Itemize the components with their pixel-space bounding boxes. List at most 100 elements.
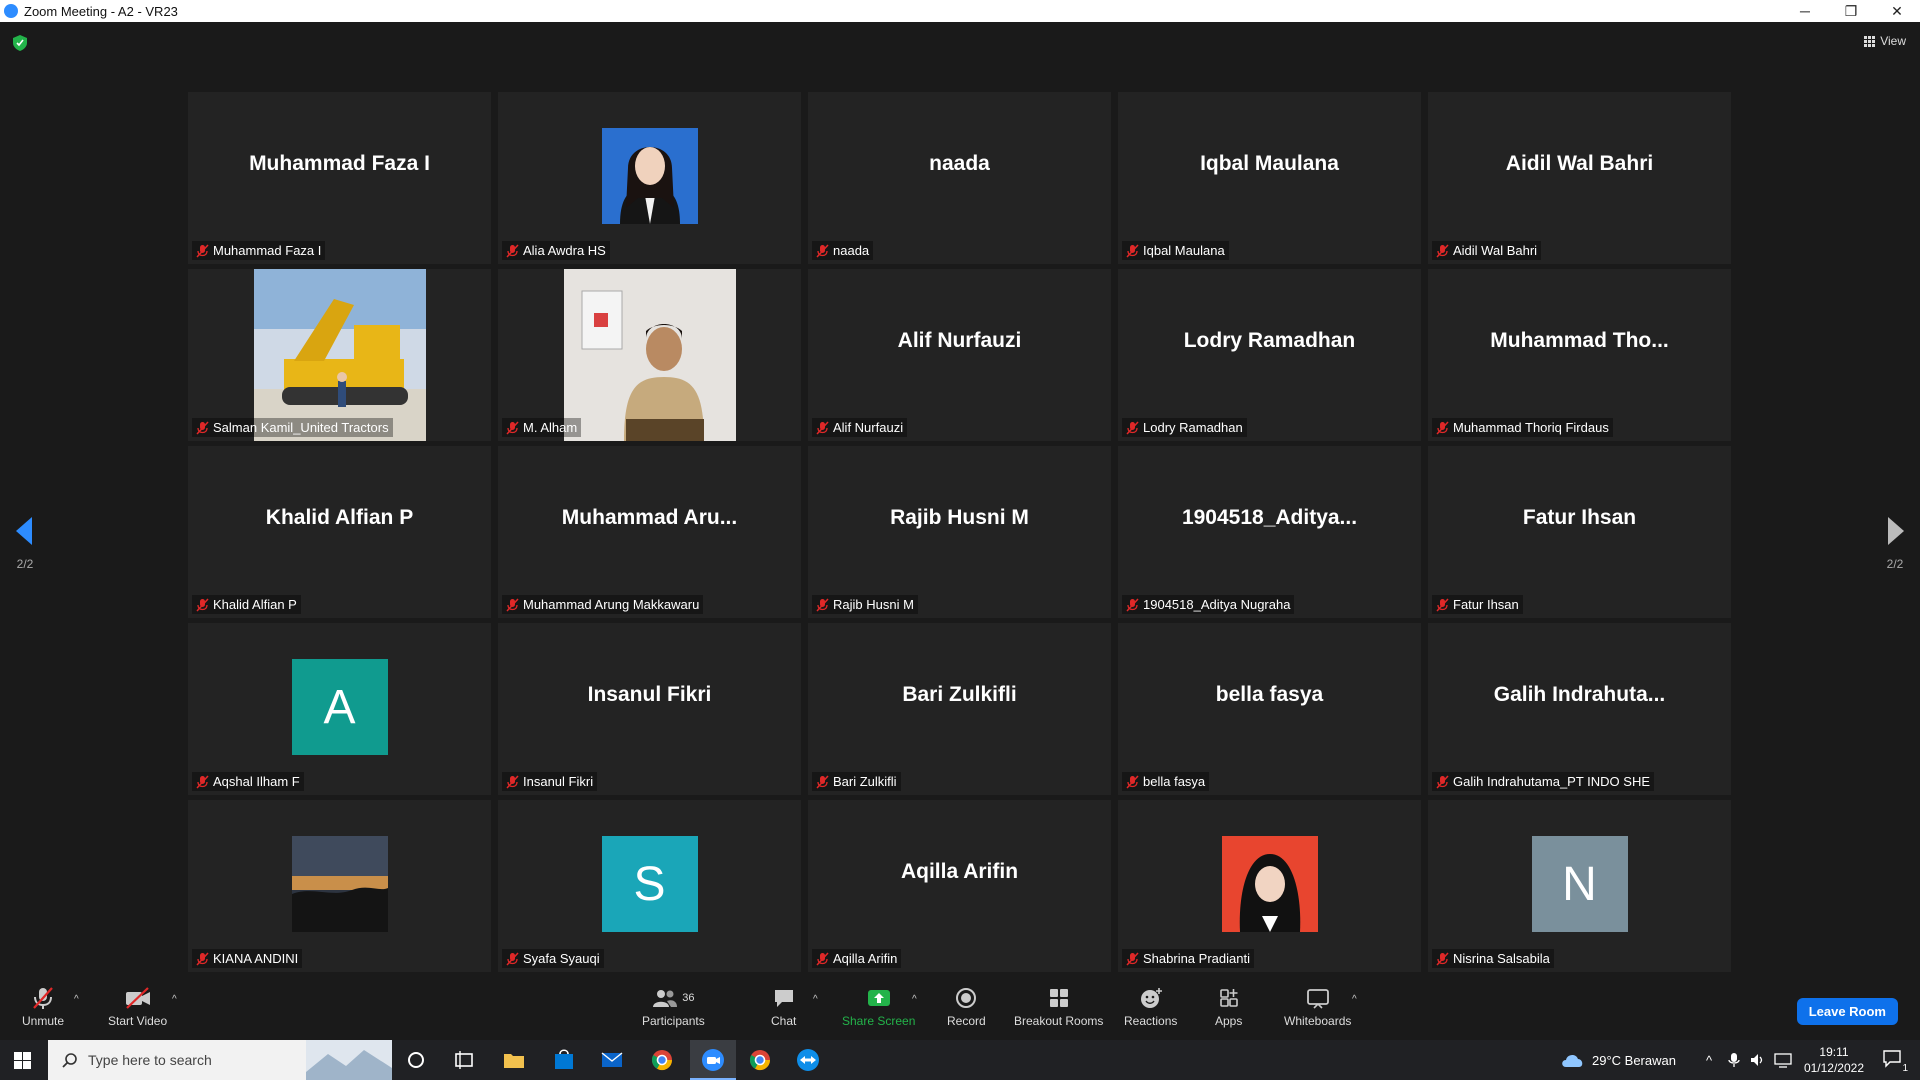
mic-muted-icon xyxy=(1126,951,1139,966)
participant-name: Muhammad Faza I xyxy=(213,243,322,258)
cortana-icon[interactable] xyxy=(402,1046,430,1074)
close-button[interactable]: ✕ xyxy=(1874,0,1920,22)
file-explorer-icon[interactable] xyxy=(500,1046,528,1074)
participant-tile[interactable]: A Aqshal Ilham F xyxy=(188,623,491,795)
network-icon[interactable] xyxy=(1774,1052,1792,1068)
chat-button[interactable]: Chat xyxy=(771,986,796,1028)
participant-tile[interactable]: Khalid Alfian P Khalid Alfian P xyxy=(188,446,491,618)
share-screen-label: Share Screen xyxy=(842,1014,916,1028)
view-label: View xyxy=(1880,34,1906,48)
tile-name-bar: Rajib Husni M xyxy=(812,595,918,614)
zoom-taskbar-app-active[interactable] xyxy=(690,1040,736,1080)
participant-tile[interactable]: Aidil Wal Bahri Aidil Wal Bahri xyxy=(1428,92,1731,264)
mic-muted-icon xyxy=(506,243,519,258)
record-button[interactable]: Record xyxy=(947,986,986,1028)
reactions-button[interactable]: Reactions xyxy=(1124,986,1177,1028)
participant-tile[interactable]: Iqbal Maulana Iqbal Maulana xyxy=(1118,92,1421,264)
participants-icon xyxy=(653,990,678,1007)
participant-tile[interactable]: bella fasya bella fasya xyxy=(1118,623,1421,795)
share-screen-button[interactable]: Share Screen xyxy=(842,986,915,1028)
view-button[interactable]: View xyxy=(1864,34,1906,48)
weather-widget[interactable]: 29°C Berawan xyxy=(1560,1040,1676,1080)
security-shield-icon[interactable] xyxy=(13,35,27,51)
share-options-caret-icon[interactable]: ^ xyxy=(912,994,917,1005)
participant-tile[interactable]: Muhammad Tho... Muhammad Thoriq Firdaus xyxy=(1428,269,1731,441)
participant-tile[interactable]: S Syafa Syauqi xyxy=(498,800,801,972)
participant-tile[interactable]: Aqilla Arifin Aqilla Arifin xyxy=(808,800,1111,972)
participant-tile[interactable]: Alia Awdra HS xyxy=(498,92,801,264)
start-video-label: Start Video xyxy=(108,1014,168,1028)
unmute-label: Unmute xyxy=(22,1014,65,1028)
windows-start-icon[interactable] xyxy=(14,1052,31,1069)
tile-display-name: Fatur Ihsan xyxy=(1522,506,1637,529)
tile-display-name: Khalid Alfian P xyxy=(265,506,414,529)
participant-name: Alia Awdra HS xyxy=(523,243,606,258)
participant-tile[interactable]: Rajib Husni M Rajib Husni M xyxy=(808,446,1111,618)
microphone-tray-icon[interactable] xyxy=(1728,1052,1740,1068)
restore-button[interactable]: ❐ xyxy=(1828,0,1874,22)
participant-name: Insanul Fikri xyxy=(523,774,594,789)
whiteboard-options-caret-icon[interactable]: ^ xyxy=(1352,994,1357,1005)
breakout-rooms-icon xyxy=(1049,989,1068,1007)
tile-display-name: Muhammad Aru... xyxy=(561,506,738,529)
arrow-right-icon[interactable] xyxy=(1886,517,1904,545)
participant-name: Muhammad Arung Makkawaru xyxy=(523,597,700,612)
participant-tile[interactable]: Muhammad Aru... Muhammad Arung Makkawaru xyxy=(498,446,801,618)
breakout-rooms-label: Breakout Rooms xyxy=(1014,1014,1104,1028)
participant-tile[interactable]: M. Alham xyxy=(498,269,801,441)
whiteboards-button[interactable]: Whiteboards xyxy=(1284,986,1351,1028)
mic-muted-icon xyxy=(816,597,829,612)
participant-tile[interactable]: Alif Nurfauzi Alif Nurfauzi xyxy=(808,269,1111,441)
start-video-button[interactable]: Start Video xyxy=(108,986,167,1028)
participant-name: naada xyxy=(833,243,870,258)
participant-tile[interactable]: KIANA ANDINI xyxy=(188,800,491,972)
participants-button[interactable]: 36 Participants xyxy=(642,986,705,1028)
participant-tile[interactable]: Salman Kamil_United Tractors xyxy=(188,269,491,441)
tile-name-bar: Aqilla Arifin xyxy=(812,949,902,968)
participant-name: Galih Indrahutama_PT INDO SHE xyxy=(1453,774,1651,789)
tile-display-name: Insanul Fikri xyxy=(587,683,712,706)
tile-display-name: naada xyxy=(929,152,990,175)
task-view-icon[interactable] xyxy=(450,1046,478,1074)
leave-room-button[interactable]: Leave Room xyxy=(1796,998,1898,1025)
microsoft-store-icon[interactable] xyxy=(550,1046,578,1074)
clock-time: 19:11 xyxy=(1819,1045,1849,1059)
taskbar-search-box[interactable]: Type here to search xyxy=(48,1040,392,1080)
participant-tile[interactable]: Insanul Fikri Insanul Fikri xyxy=(498,623,801,795)
participant-name: Iqbal Maulana xyxy=(1143,243,1225,258)
tile-name-bar: naada xyxy=(812,241,874,260)
notification-center-button[interactable]: 1 xyxy=(1882,1048,1908,1074)
taskbar-clock[interactable]: 19:11 01/12/2022 xyxy=(1804,1044,1864,1076)
teamviewer-icon[interactable] xyxy=(794,1046,822,1074)
volume-icon[interactable] xyxy=(1750,1052,1766,1068)
participant-tile[interactable]: Shabrina Pradianti xyxy=(1118,800,1421,972)
next-page-control[interactable]: 2/2 xyxy=(1886,517,1904,571)
whiteboard-icon xyxy=(1306,989,1329,1009)
arrow-left-icon[interactable] xyxy=(16,517,34,545)
meeting-area: View 2/2 2/2 Muhammad Faza I Muhammad Fa… xyxy=(0,22,1920,982)
video-options-caret-icon[interactable]: ^ xyxy=(172,994,177,1005)
previous-page-control[interactable]: 2/2 xyxy=(16,517,34,571)
tile-name-bar: Salman Kamil_United Tractors xyxy=(192,418,393,437)
tile-display-name: Iqbal Maulana xyxy=(1200,152,1339,175)
grid-view-icon xyxy=(1864,35,1876,47)
apps-button[interactable]: Apps xyxy=(1215,986,1242,1028)
participant-tile[interactable]: Bari Zulkifli Bari Zulkifli xyxy=(808,623,1111,795)
chat-options-caret-icon[interactable]: ^ xyxy=(813,994,818,1005)
chrome-profile-icon[interactable] xyxy=(746,1046,774,1074)
minimize-button[interactable]: ─ xyxy=(1782,0,1828,22)
mic-muted-icon xyxy=(196,774,209,789)
participant-tile[interactable]: Galih Indrahuta... Galih Indrahutama_PT … xyxy=(1428,623,1731,795)
show-hidden-icons-caret-icon[interactable]: ^ xyxy=(1706,1040,1712,1080)
participant-tile[interactable]: Lodry Ramadhan Lodry Ramadhan xyxy=(1118,269,1421,441)
participant-tile[interactable]: N Nisrina Salsabila xyxy=(1428,800,1731,972)
audio-options-caret-icon[interactable]: ^ xyxy=(74,994,79,1005)
participant-tile[interactable]: Muhammad Faza I Muhammad Faza I xyxy=(188,92,491,264)
chrome-icon[interactable] xyxy=(648,1046,676,1074)
participant-tile[interactable]: Fatur Ihsan Fatur Ihsan xyxy=(1428,446,1731,618)
unmute-button[interactable]: Unmute xyxy=(22,986,64,1028)
participant-tile[interactable]: naada naada xyxy=(808,92,1111,264)
mail-icon[interactable] xyxy=(598,1046,626,1074)
breakout-rooms-button[interactable]: Breakout Rooms xyxy=(1014,986,1103,1028)
participant-tile[interactable]: 1904518_Aditya... 1904518_Aditya Nugraha xyxy=(1118,446,1421,618)
